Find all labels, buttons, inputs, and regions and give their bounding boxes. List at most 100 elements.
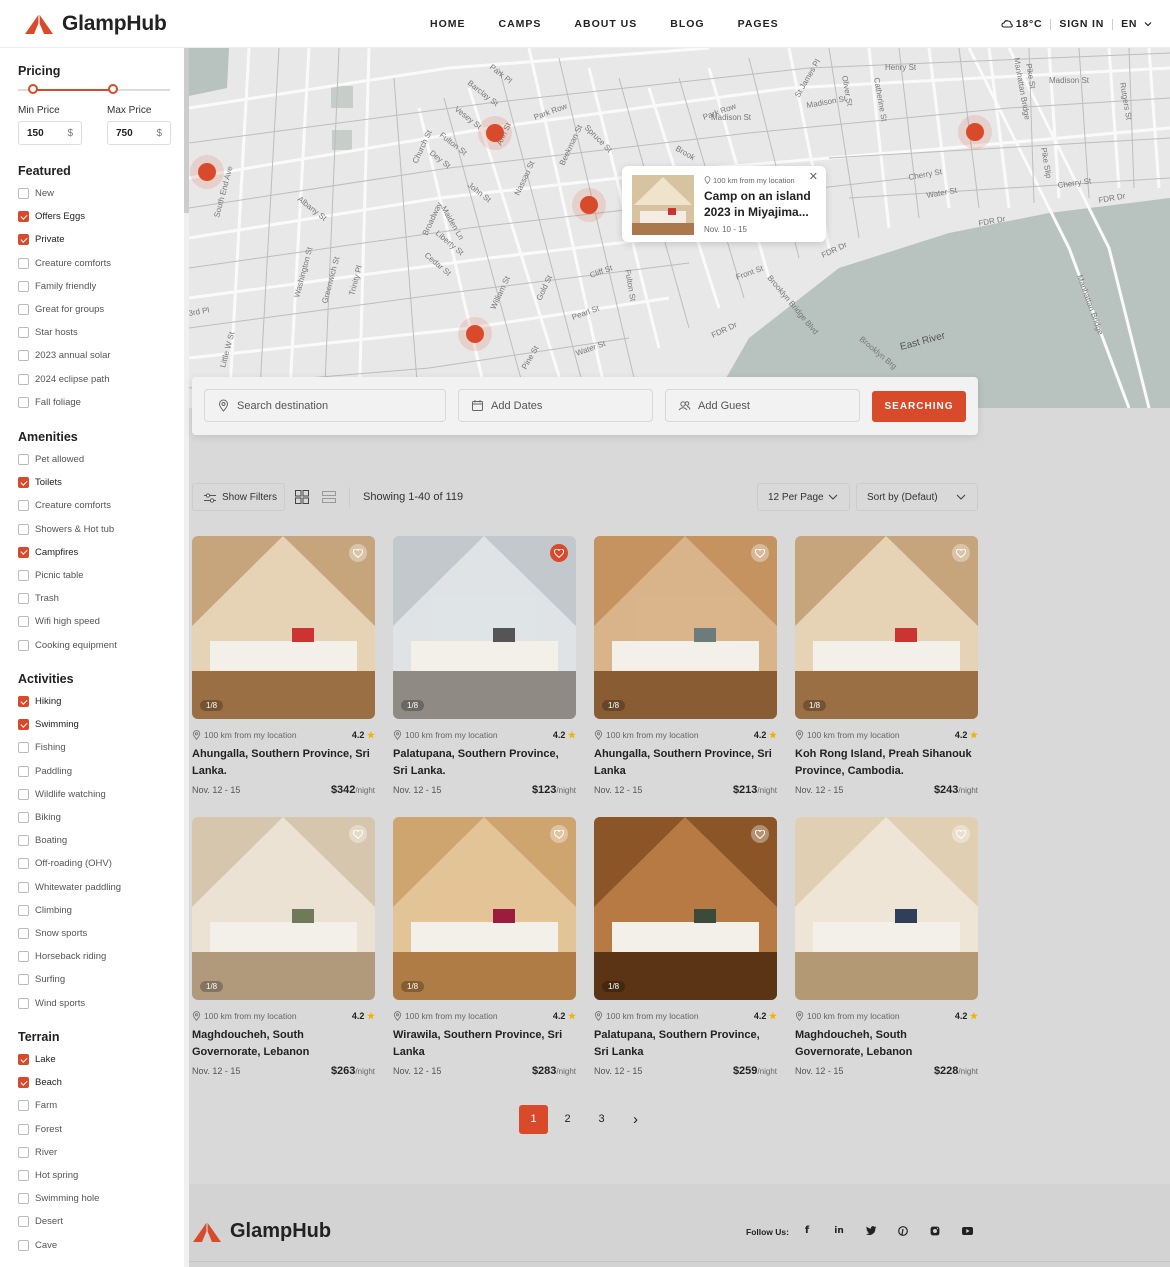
listing-title[interactable]: Palatupana, Southern Province, Sri Lanka… (393, 746, 573, 780)
checkbox[interactable] (18, 500, 29, 512)
checkbox[interactable] (18, 1146, 29, 1158)
checkbox-checked[interactable] (18, 546, 29, 558)
favorite-heart-icon[interactable] (550, 825, 568, 843)
twitter-icon[interactable] (860, 1220, 882, 1242)
youtube-icon[interactable] (956, 1220, 978, 1242)
checkbox[interactable] (18, 928, 29, 939)
favorite-heart-icon[interactable] (952, 544, 970, 562)
per-page-select[interactable]: 12 Per Page (757, 483, 850, 511)
checkbox[interactable] (18, 593, 29, 605)
filter-checkbox-row[interactable]: Forest (18, 1123, 62, 1135)
nav-blog[interactable]: BLOG (670, 18, 704, 30)
listing-card[interactable]: 1/8 100 km from my location 4.2 ★ Wirawila,… (393, 817, 576, 1087)
listing-card[interactable]: 100 km from my location 4.2 ★ Maghdoucheh,… (795, 817, 978, 1087)
checkbox[interactable] (18, 280, 29, 292)
map-popup-card[interactable]: 100 km from my location Camp on an islan… (622, 166, 826, 242)
listing-card[interactable]: 1/8 100 km from my location 4.2 ★ Palatupan… (393, 536, 576, 806)
checkbox-checked[interactable] (18, 211, 29, 223)
listing-card[interactable]: 1/8 100 km from my location 4.2 ★ Koh Rong … (795, 536, 978, 806)
listing-title[interactable]: Ahungalla, Southern Province, Sri Lanka (594, 746, 774, 780)
listing-image[interactable]: 1/8 (393, 817, 576, 1000)
listing-card[interactable]: 1/8 100 km from my location 4.2 ★ Palatupan… (594, 817, 777, 1087)
close-icon[interactable]: ✕ (809, 170, 818, 183)
filter-checkbox-row[interactable]: Campfires (18, 546, 78, 558)
grid-view-icon[interactable] (295, 490, 309, 504)
nav-camps[interactable]: CAMPS (499, 18, 542, 30)
checkbox[interactable] (18, 765, 29, 777)
listing-card[interactable]: 1/8 100 km from my location 4.2 ★ Maghdouch… (192, 817, 375, 1087)
checkbox[interactable] (18, 1216, 29, 1228)
filter-checkbox-row[interactable]: Horseback riding (18, 951, 106, 963)
listing-image[interactable]: 1/8 (192, 536, 375, 719)
checkbox[interactable] (18, 304, 29, 315)
listing-title[interactable]: Koh Rong Island, Preah Sihanouk Province… (795, 746, 975, 780)
checkbox[interactable] (18, 974, 29, 986)
listing-title[interactable]: Maghdoucheh, South Governorate, Lebanon (795, 1027, 975, 1061)
favorite-heart-icon[interactable] (751, 544, 769, 562)
checkbox[interactable] (18, 881, 29, 893)
checkbox[interactable] (18, 257, 29, 269)
filter-checkbox-row[interactable]: River (18, 1146, 57, 1158)
filter-checkbox-row[interactable]: Wifi high speed (18, 616, 100, 628)
language-selector[interactable]: EN (1121, 18, 1152, 30)
page-button-1[interactable]: 1 (519, 1105, 548, 1134)
popup-title[interactable]: Camp on an island 2023 in Miyajima... (704, 188, 820, 220)
filter-checkbox-row[interactable]: Cave (18, 1239, 57, 1251)
facebook-icon[interactable]: f (796, 1220, 818, 1242)
filter-checkbox-row[interactable]: Creature comforts (18, 500, 111, 512)
filter-checkbox-row[interactable]: 2023 annual solar (18, 350, 111, 362)
checkbox[interactable] (18, 639, 29, 651)
filter-checkbox-row[interactable]: Surfing (18, 974, 65, 986)
instagram-icon[interactable] (924, 1220, 946, 1242)
favorite-heart-icon[interactable] (952, 825, 970, 843)
checkbox[interactable] (18, 835, 29, 847)
nav-pages[interactable]: PAGES (738, 18, 779, 30)
slider-max-handle[interactable] (108, 84, 118, 94)
checkbox[interactable] (18, 812, 29, 823)
map-pin[interactable] (190, 155, 224, 189)
listing-image[interactable]: 1/8 (594, 817, 777, 1000)
filter-checkbox-row[interactable]: Beach (18, 1077, 62, 1089)
checkbox-checked[interactable] (18, 234, 29, 246)
checkbox[interactable] (18, 373, 29, 385)
filter-checkbox-row[interactable]: Offers Eggs (18, 211, 85, 223)
filter-checkbox-row[interactable]: Hiking (18, 696, 61, 707)
nav-home[interactable]: HOME (430, 18, 466, 30)
checkbox-checked[interactable] (18, 1077, 29, 1089)
listing-image[interactable]: 1/8 (393, 536, 576, 719)
checkbox-checked[interactable] (18, 696, 29, 707)
map-pin[interactable] (478, 116, 512, 150)
checkbox[interactable] (18, 188, 29, 199)
listing-card[interactable]: 1/8 100 km from my location 4.2 ★ Ahungalla… (192, 536, 375, 806)
filter-checkbox-row[interactable]: Fall foliage (18, 396, 81, 408)
favorite-heart-icon[interactable] (550, 544, 568, 562)
min-price-input[interactable]: 150 $ (18, 121, 82, 145)
checkbox[interactable] (18, 616, 29, 628)
checkbox-checked[interactable] (18, 1054, 29, 1065)
filter-checkbox-row[interactable]: Swimming (18, 719, 79, 731)
listing-card[interactable]: 1/8 100 km from my location 4.2 ★ Ahungalla… (594, 536, 777, 806)
filter-checkbox-row[interactable]: Creature comforts (18, 257, 111, 269)
checkbox[interactable] (18, 327, 29, 339)
filter-checkbox-row[interactable]: Family friendly (18, 280, 96, 292)
map-pin[interactable] (572, 188, 606, 222)
filter-checkbox-row[interactable]: Cooking equipment (18, 639, 117, 651)
filter-checkbox-row[interactable]: Hot spring (18, 1170, 78, 1181)
next-page-button[interactable]: › (621, 1105, 650, 1134)
filter-checkbox-row[interactable]: Picnic table (18, 570, 84, 581)
listing-title[interactable]: Palatupana, Southern Province, Sri Lanka (594, 1027, 774, 1061)
favorite-heart-icon[interactable] (751, 825, 769, 843)
filter-checkbox-row[interactable]: Off-roading (OHV) (18, 858, 112, 870)
filter-checkbox-row[interactable]: Whitewater paddling (18, 881, 121, 893)
filter-checkbox-row[interactable]: Climbing (18, 904, 72, 916)
listing-title[interactable]: Ahungalla, Southern Province, Sri Lanka. (192, 746, 372, 780)
checkbox[interactable] (18, 742, 29, 754)
filter-checkbox-row[interactable]: Wildlife watching (18, 788, 106, 800)
filter-checkbox-row[interactable]: Wind sports (18, 997, 85, 1009)
checkbox[interactable] (18, 1170, 29, 1181)
listing-image[interactable]: 1/8 (594, 536, 777, 719)
price-range-slider[interactable] (18, 84, 170, 94)
show-filters-button[interactable]: Show Filters (192, 483, 285, 511)
map-pin[interactable] (958, 115, 992, 149)
filter-checkbox-row[interactable]: Great for groups (18, 304, 104, 315)
